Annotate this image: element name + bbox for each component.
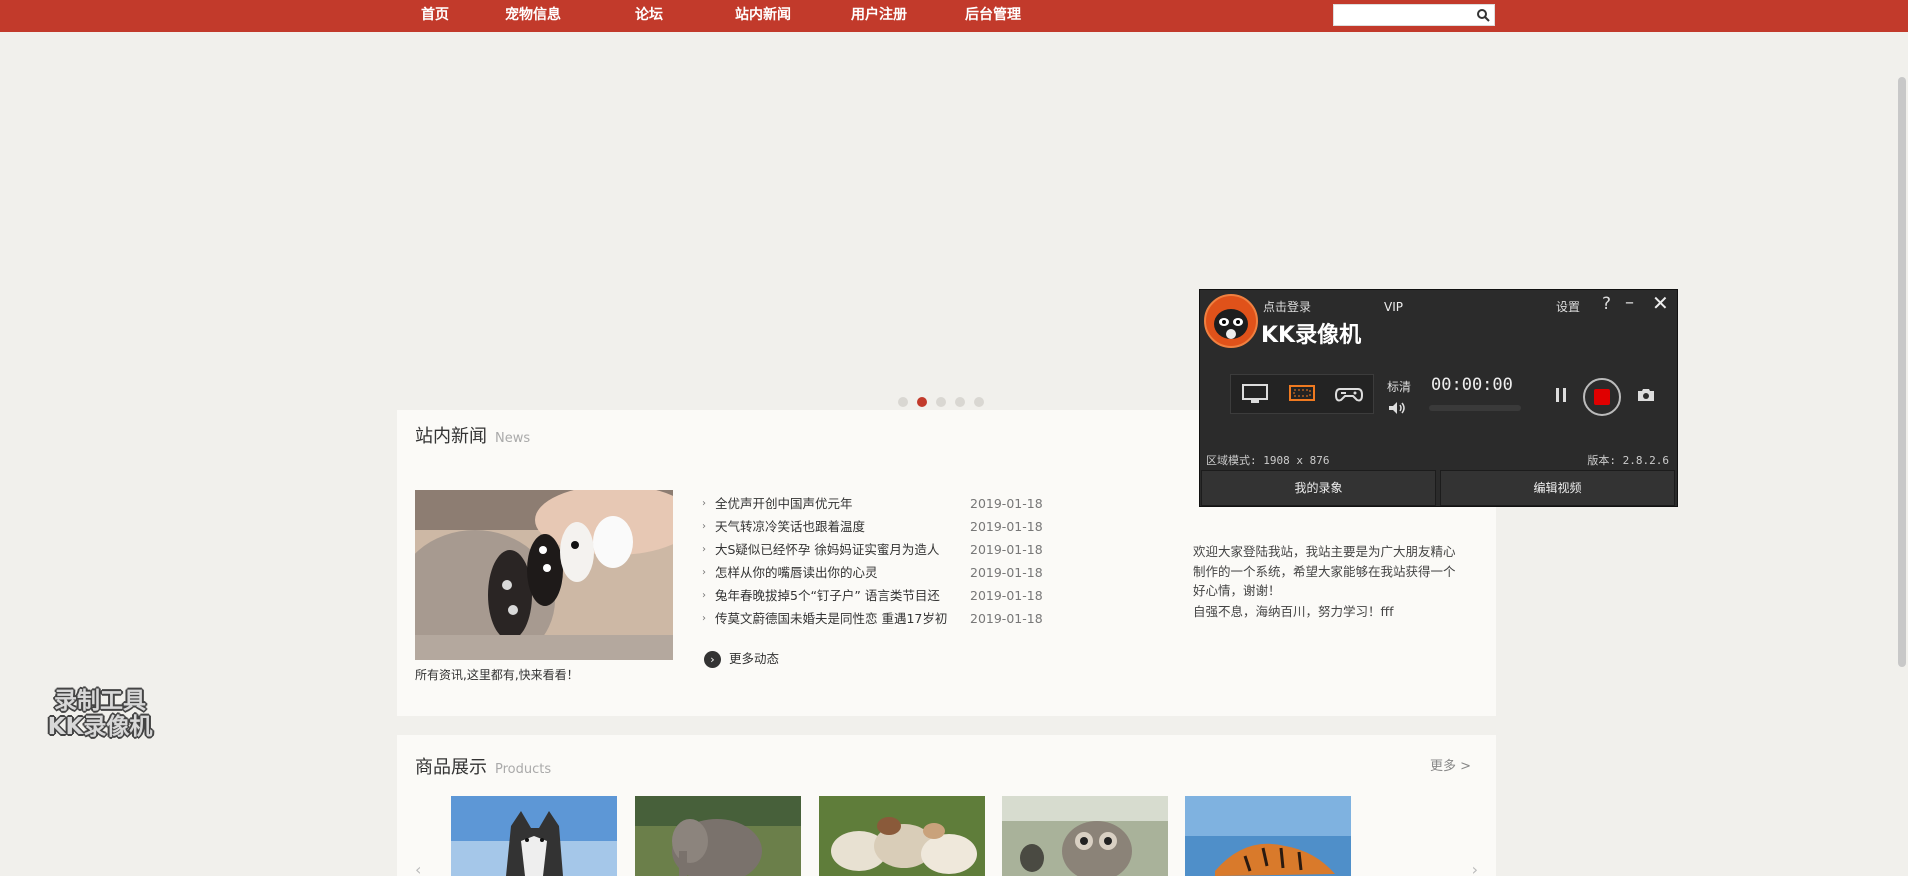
bullet-arrow-icon: › <box>702 590 706 601</box>
products-more-link[interactable]: 更多 > <box>1430 755 1471 774</box>
news-section-subtitle: News <box>495 431 531 446</box>
slider-dot[interactable] <box>917 397 927 407</box>
scrollbar-thumb[interactable] <box>1898 77 1906 667</box>
welcome-text: 欢迎大家登陆我站，我站主要是为广大朋友精心制作的一个系统，希望大家能够在我站获得… <box>1193 544 1456 598</box>
welcome-motto: 自强不息，海纳百川，努力学习！fff <box>1193 604 1394 619</box>
kk-version-info: 版本: 2.8.2.6 <box>1587 454 1669 467</box>
news-list-item[interactable]: › 天气转凉冷笑话也跟着温度 2019-01-18 <box>702 515 1052 538</box>
camera-icon[interactable] <box>1637 388 1655 402</box>
record-stop-button[interactable] <box>1583 378 1621 416</box>
bullet-arrow-icon: › <box>702 613 706 624</box>
product-item-elephant[interactable] <box>635 796 801 876</box>
news-list: › 全优声开创中国声优元年 2019-01-18 › 天气转凉冷笑话也跟着温度 … <box>702 492 1052 630</box>
news-item-date: 2019-01-18 <box>970 565 1043 580</box>
nav-item-admin[interactable]: 后台管理 <box>965 5 1021 25</box>
kk-help-icon[interactable]: ? <box>1602 294 1611 314</box>
kk-login-link[interactable]: 点击登录 <box>1263 298 1311 315</box>
nav-item-forum[interactable]: 论坛 <box>635 5 663 25</box>
news-item-title[interactable]: 兔年春晚拔掉5个“钉子户” 语言类节目还 <box>715 584 967 607</box>
kk-settings-button[interactable]: 设置 <box>1556 298 1580 315</box>
kk-area-mode-info: 区域模式: 1908 x 876 <box>1206 454 1330 467</box>
product-item-sheep[interactable] <box>819 796 985 876</box>
product-item-tiger[interactable] <box>1185 796 1351 876</box>
game-mode-icon[interactable] <box>1335 383 1363 405</box>
kk-vip-badge[interactable]: VIP <box>1384 300 1403 314</box>
top-nav-bar: 首页 宠物信息 论坛 站内新闻 用户注册 后台管理 <box>0 0 1908 32</box>
kk-brand-title: KK录像机 <box>1261 323 1362 348</box>
kk-minimize-icon[interactable]: – <box>1625 292 1634 313</box>
news-list-item[interactable]: › 全优声开创中国声优元年 2019-01-18 <box>702 492 1052 515</box>
news-item-title[interactable]: 大S疑似已经怀孕 徐妈妈证实蜜月为造人 <box>715 538 967 561</box>
news-item-title[interactable]: 全优声开创中国声优元年 <box>715 492 967 515</box>
news-list-item[interactable]: › 怎样从你的嘴唇读出你的心灵 2019-01-18 <box>702 561 1052 584</box>
news-list-item[interactable]: › 传莫文蔚德国未婚夫是同性恋 重遇17岁初 2019-01-18 <box>702 607 1052 630</box>
kk-close-icon[interactable]: ✕ <box>1652 291 1669 315</box>
search-box <box>1333 4 1495 26</box>
search-input[interactable] <box>1334 5 1472 25</box>
news-image-nails[interactable] <box>415 490 673 660</box>
kk-raccoon-logo-icon <box>1204 294 1258 348</box>
news-item-date: 2019-01-18 <box>970 496 1043 511</box>
nav-item-site-news[interactable]: 站内新闻 <box>735 5 791 25</box>
news-item-date: 2019-01-18 <box>970 588 1043 603</box>
nav-item-home[interactable]: 首页 <box>421 5 449 25</box>
bullet-arrow-icon: › <box>702 498 706 509</box>
news-item-title[interactable]: 传莫文蔚德国未婚夫是同性恋 重遇17岁初 <box>715 607 967 630</box>
products-section-title: 商品展示 Products <box>415 757 552 778</box>
fullscreen-mode-icon[interactable] <box>1241 383 1269 405</box>
region-mode-icon[interactable] <box>1288 383 1316 405</box>
slider-dot[interactable] <box>974 397 984 407</box>
carousel-next-icon[interactable]: › <box>1472 860 1478 876</box>
news-item-title[interactable]: 怎样从你的嘴唇读出你的心灵 <box>715 561 967 584</box>
news-list-item[interactable]: › 兔年春晚拔掉5个“钉子户” 语言类节目还 2019-01-18 <box>702 584 1052 607</box>
news-item-date: 2019-01-18 <box>970 519 1043 534</box>
pause-icon[interactable] <box>1554 387 1568 403</box>
product-item-husky[interactable] <box>451 796 617 876</box>
search-icon[interactable] <box>1476 8 1490 22</box>
kk-audio-level-bar <box>1429 405 1521 411</box>
more-news-label: 更多动态 <box>729 651 780 666</box>
kk-capture-mode-group <box>1230 374 1374 414</box>
products-section-subtitle: Products <box>495 762 552 777</box>
product-item-owl[interactable] <box>1002 796 1168 876</box>
kk-quality-selector[interactable]: 标清 <box>1387 378 1411 395</box>
stop-square-icon <box>1594 389 1610 405</box>
slider-dot[interactable] <box>898 397 908 407</box>
news-section-title: 站内新闻 News <box>415 426 531 447</box>
bullet-arrow-icon: › <box>702 567 706 578</box>
news-list-item[interactable]: › 大S疑似已经怀孕 徐妈妈证实蜜月为造人 2019-01-18 <box>702 538 1052 561</box>
my-recordings-button[interactable]: 我的录象 <box>1201 470 1436 506</box>
edit-video-button[interactable]: 编辑视频 <box>1440 470 1675 506</box>
chevron-right-circle-icon: › <box>704 651 721 668</box>
slider-dots <box>898 397 984 407</box>
bullet-arrow-icon: › <box>702 521 706 532</box>
slider-dot[interactable] <box>955 397 965 407</box>
recorder-watermark: 录制工具 KK录像机 <box>47 688 153 740</box>
kk-recorder-window: 点击登录 VIP KK录像机 设置 ? – ✕ 标清 00:00:00 区域模式… <box>1199 289 1678 507</box>
page-scrollbar[interactable] <box>1896 32 1908 876</box>
products-section: 商品展示 Products 更多 > ‹ › <box>397 735 1496 876</box>
news-item-date: 2019-01-18 <box>970 611 1043 626</box>
kk-record-timer: 00:00:00 <box>1431 375 1513 395</box>
news-image-caption: 所有资讯,这里都有,快来看看！ <box>415 668 579 682</box>
more-news-link[interactable]: › 更多动态 <box>704 650 779 668</box>
bullet-arrow-icon: › <box>702 544 706 555</box>
slider-dot[interactable] <box>936 397 946 407</box>
news-item-date: 2019-01-18 <box>970 542 1043 557</box>
carousel-prev-icon[interactable]: ‹ <box>415 860 421 876</box>
volume-icon[interactable] <box>1388 401 1406 415</box>
nav-item-pet-info[interactable]: 宠物信息 <box>505 5 561 25</box>
nav-item-user-register[interactable]: 用户注册 <box>851 5 907 25</box>
news-item-title[interactable]: 天气转凉冷笑话也跟着温度 <box>715 515 967 538</box>
